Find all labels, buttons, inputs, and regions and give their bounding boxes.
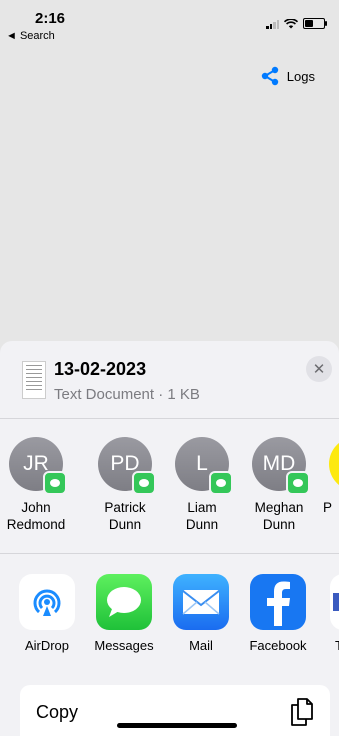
home-indicator[interactable] <box>117 723 237 728</box>
back-to-search-link[interactable]: ◄ Search <box>6 30 55 42</box>
status-icons <box>266 18 327 29</box>
contact-partial[interactable]: P <box>313 437 339 516</box>
avatar <box>329 437 339 491</box>
contact-liam-dunn[interactable]: L Liam Dunn <box>163 437 241 533</box>
avatar: JR <box>9 437 67 495</box>
share-icon <box>261 66 278 86</box>
contact-name: Patrick Dunn <box>104 500 146 532</box>
contact-john-redmond[interactable]: JR John Redmond <box>0 437 75 533</box>
contact-name: P <box>323 500 333 515</box>
app-label: AirDrop <box>24 638 70 653</box>
messages-badge-icon <box>286 471 310 495</box>
contact-suggestions-row: JR John Redmond PD Patrick Dunn L Liam D… <box>0 437 339 547</box>
divider <box>0 418 339 419</box>
airdrop-icon <box>19 574 75 630</box>
logs-share-button[interactable]: Logs <box>260 66 315 86</box>
document-thumbnail-icon <box>22 361 46 399</box>
file-header: 13-02-2023 Text Document · 1 KB ✕ <box>0 341 339 417</box>
share-apps-row: AirDrop Messages Mail Facebook T <box>0 574 339 654</box>
close-button[interactable]: ✕ <box>306 356 332 382</box>
clock: 2:16 <box>35 10 66 27</box>
logs-label: Logs <box>286 68 315 84</box>
battery-level <box>305 20 314 27</box>
contact-patrick-dunn[interactable]: PD Patrick Dunn <box>86 437 164 533</box>
file-subtitle: Text Document · 1 KB <box>54 386 200 403</box>
divider <box>0 553 339 554</box>
app-label: Messages <box>94 638 154 653</box>
app-facebook[interactable]: Facebook <box>240 574 316 653</box>
messages-icon <box>96 574 152 630</box>
wifi-icon <box>284 18 298 28</box>
contact-name: Meghan Dunn <box>254 500 304 532</box>
battery-icon <box>303 18 327 29</box>
app-label: Mail <box>189 638 213 653</box>
share-sheet: 13-02-2023 Text Document · 1 KB ✕ JR Joh… <box>0 341 339 736</box>
contact-name: Liam Dunn <box>185 500 219 532</box>
copy-label: Copy <box>36 702 79 722</box>
app-mail[interactable]: Mail <box>163 574 239 653</box>
mail-icon <box>173 574 229 630</box>
facebook-icon <box>250 574 306 630</box>
app-label: Facebook <box>249 638 307 653</box>
file-title: 13-02-2023 <box>54 359 147 379</box>
contact-name: John Redmond <box>6 500 66 532</box>
app-icon <box>330 574 339 630</box>
contact-meghan-dunn[interactable]: MD Meghan Dunn <box>240 437 318 533</box>
cellular-signal-icon <box>266 19 279 29</box>
avatar: MD <box>252 437 310 495</box>
app-partial[interactable]: T <box>317 574 339 653</box>
close-icon: ✕ <box>312 361 326 378</box>
app-airdrop[interactable]: AirDrop <box>9 574 85 653</box>
messages-badge-icon <box>209 471 233 495</box>
messages-badge-icon <box>132 471 156 495</box>
app-label: T <box>335 638 339 653</box>
copy-action[interactable]: Copy <box>20 685 330 736</box>
app-messages[interactable]: Messages <box>86 574 162 653</box>
status-bar: 2:16 ◄ Search <box>0 0 339 44</box>
copy-icon <box>291 698 313 726</box>
messages-badge-icon <box>43 471 67 495</box>
avatar: PD <box>98 437 156 495</box>
avatar: L <box>175 437 233 495</box>
